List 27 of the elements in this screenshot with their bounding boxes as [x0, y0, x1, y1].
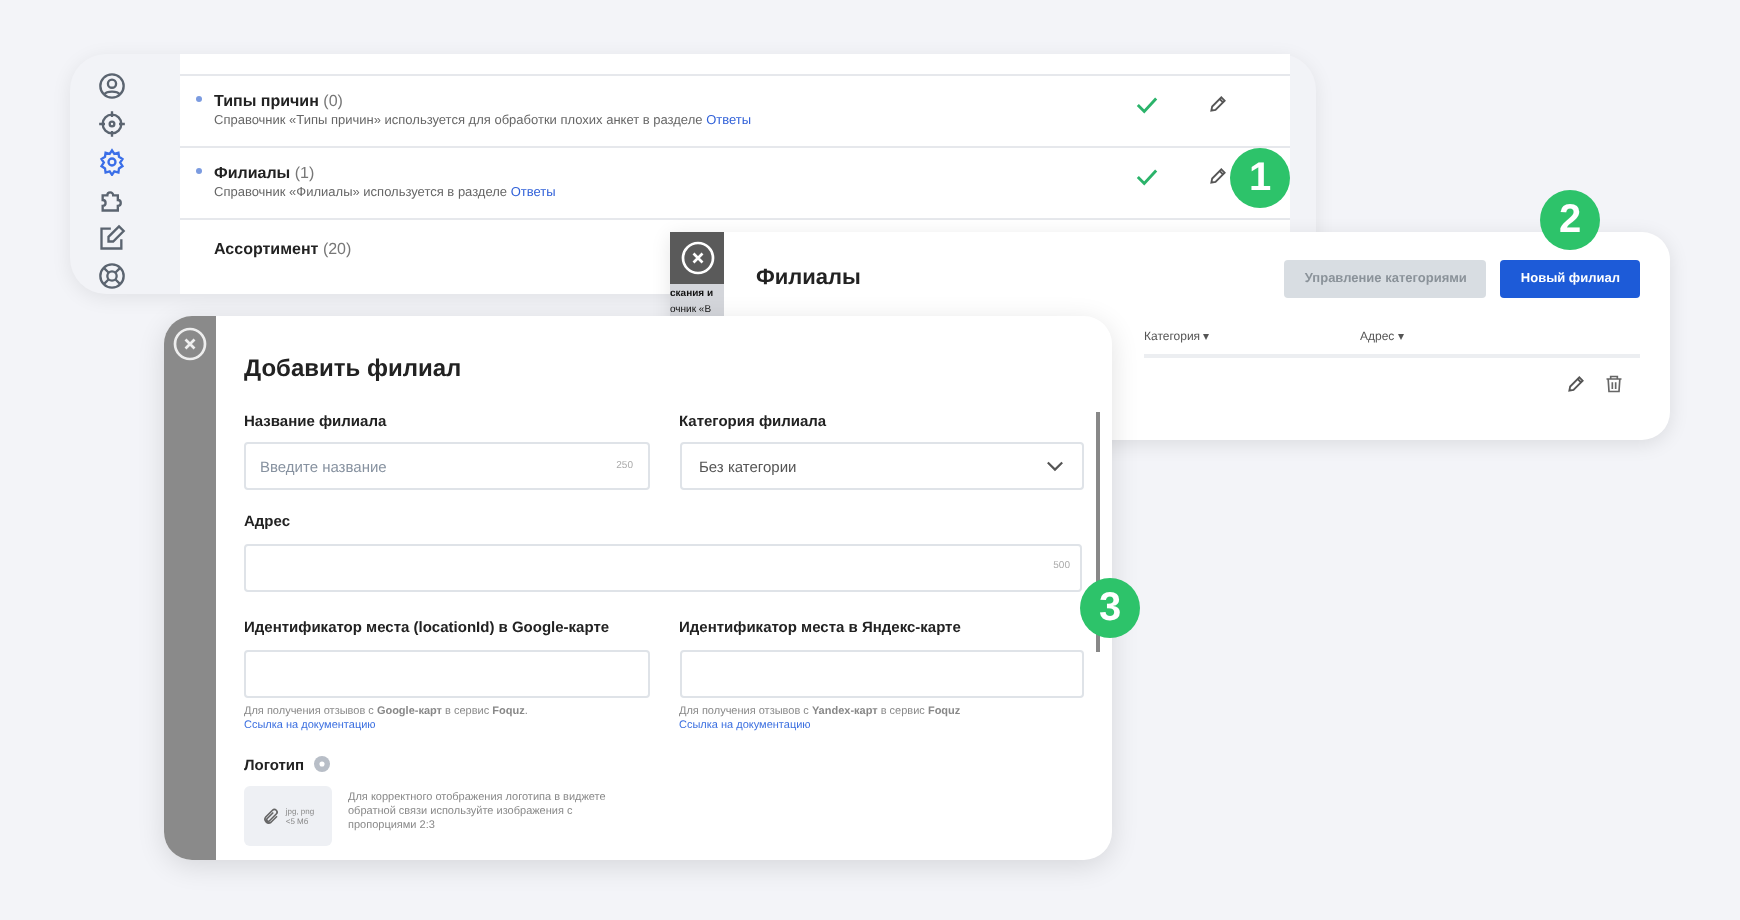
dictionary-title[interactable]: Ассортимент [214, 240, 319, 258]
item-count: (0) [323, 92, 343, 110]
paperclip-icon [261, 807, 280, 825]
user-icon[interactable] [98, 72, 126, 100]
puzzle-icon[interactable] [98, 186, 126, 214]
place-id-field[interactable] [679, 649, 1084, 698]
step-badge: 2 [1540, 190, 1600, 250]
pencil-icon[interactable] [1566, 374, 1586, 394]
edit-icon[interactable] [98, 224, 126, 252]
dictionary-title[interactable]: Филиалы [214, 164, 291, 182]
place-id-field[interactable] [244, 649, 649, 698]
trash-icon[interactable] [1604, 374, 1624, 394]
bullet-icon [196, 168, 202, 174]
item-count: (1) [294, 164, 315, 182]
settings-icon[interactable] [98, 148, 126, 176]
pencil-icon[interactable] [1208, 166, 1228, 186]
step-badge: 3 [1080, 578, 1140, 638]
chevron-icon [1046, 460, 1064, 473]
bullet-icon [196, 96, 202, 102]
panel-title: Филиалы [756, 264, 863, 295]
item-count: (20) [322, 240, 352, 258]
target-icon[interactable] [98, 110, 126, 138]
pencil-icon[interactable] [1208, 94, 1228, 114]
dictionary-title[interactable]: Типы причин [214, 92, 319, 110]
dialog-title: Добавить филиал [244, 352, 464, 386]
close-icon[interactable] [172, 326, 208, 362]
help-icon[interactable] [98, 262, 126, 290]
